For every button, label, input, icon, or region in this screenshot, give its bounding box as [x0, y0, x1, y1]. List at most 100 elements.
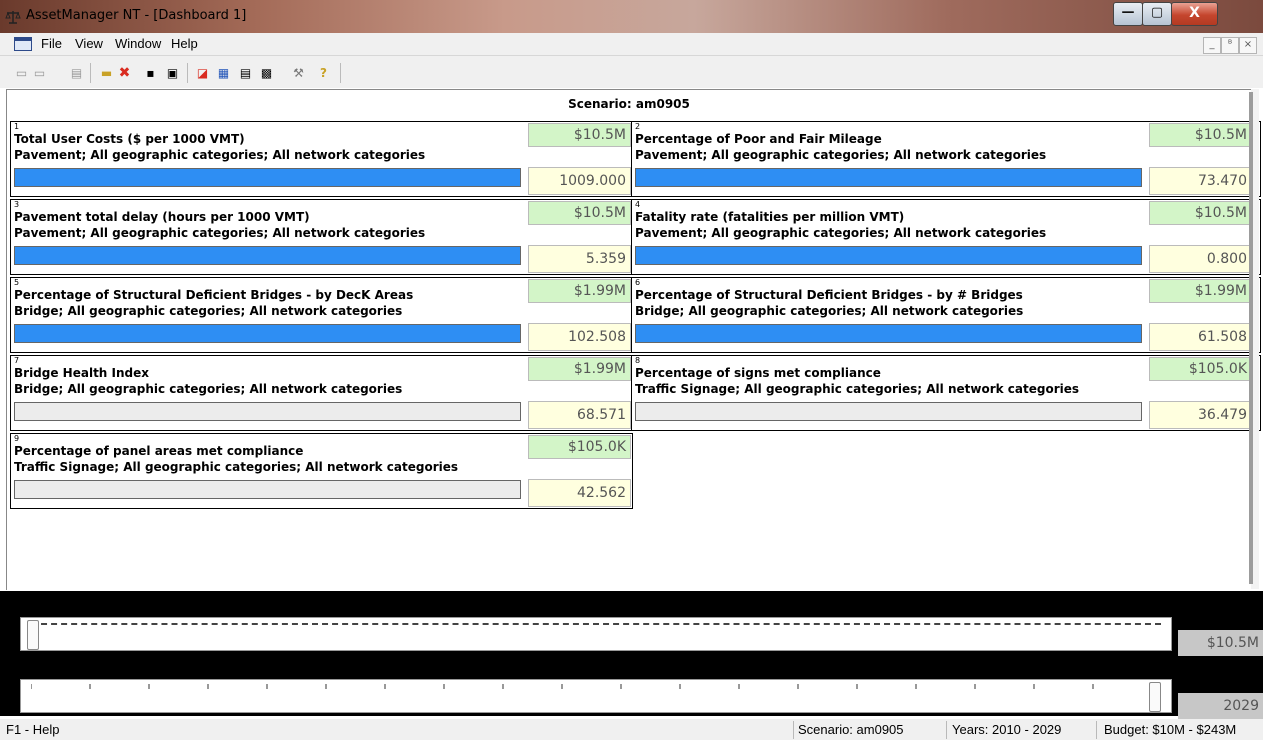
status-bar: F1 - Help Scenario: am0905 Years: 2010 -… — [0, 719, 1263, 740]
print-icon[interactable]: ▣ — [164, 65, 181, 80]
measure-panel-8[interactable]: 8 Percentage of signs met compliance Tra… — [631, 355, 1261, 431]
panel-number: 1 — [14, 122, 20, 131]
year-slider-value: 2029 — [1178, 693, 1263, 719]
measure-bar — [14, 480, 521, 499]
save-icon[interactable]: ▪ — [142, 65, 159, 80]
panel-number: 9 — [14, 434, 20, 443]
budget-slider[interactable] — [20, 617, 1172, 651]
panel-number: 2 — [635, 122, 641, 131]
panel-number: 7 — [14, 356, 20, 365]
panel-subtitle: Traffic Signage; All geographic categori… — [635, 382, 1080, 396]
budget-value: $1.99M — [528, 279, 631, 303]
measure-panel-4[interactable]: 4 Fatality rate (fatalities per million … — [631, 199, 1261, 275]
status-help: F1 - Help — [6, 722, 60, 737]
measure-value: 102.508 — [528, 323, 631, 351]
measure-bar — [635, 168, 1142, 187]
measure-bar — [14, 324, 521, 343]
toolbar: ▭ ▭ ▤ ▬ ✖ ▪ ▣ ◪ ▦ ▤ ▩ ⚒ ? — [0, 56, 1263, 88]
panel-subtitle: Pavement; All geographic categories; All… — [14, 226, 426, 240]
panel-title: Bridge Health Index — [14, 366, 149, 380]
measure-bar — [14, 168, 521, 187]
budget-value: $10.5M — [528, 201, 631, 225]
year-slider-thumb[interactable] — [1149, 682, 1161, 712]
import-icon[interactable]: ▭ — [13, 65, 30, 80]
table-icon[interactable]: ▤ — [237, 65, 254, 80]
panel-number: 4 — [635, 200, 641, 209]
close-button[interactable]: X — [1171, 2, 1218, 26]
panel-title: Percentage of Poor and Fair Mileage — [635, 132, 882, 146]
measure-bar — [14, 246, 521, 265]
measure-value: 73.470 — [1149, 167, 1252, 195]
measure-bar — [14, 402, 521, 421]
measure-value: 61.508 — [1149, 323, 1252, 351]
panel-title: Percentage of Structural Deficient Bridg… — [14, 288, 414, 302]
menu-view[interactable]: View — [75, 36, 103, 51]
measure-bar — [635, 402, 1142, 421]
measure-value: 0.800 — [1149, 245, 1252, 273]
map-icon[interactable]: ▦ — [215, 65, 232, 80]
panel-subtitle: Pavement; All geographic categories; All… — [635, 226, 1047, 240]
panel-subtitle: Pavement; All geographic categories; All… — [14, 148, 426, 162]
toolbar-separator — [187, 63, 188, 83]
budget-slider-value: $10.5M — [1178, 630, 1263, 656]
document-window-icon[interactable] — [14, 37, 32, 51]
budget-slider-thumb[interactable] — [27, 620, 39, 650]
menu-file[interactable]: File — [41, 36, 62, 51]
panel-number: 5 — [14, 278, 20, 287]
measure-panel-3[interactable]: 3 Pavement total delay (hours per 1000 V… — [10, 199, 633, 275]
grid-icon[interactable]: ▩ — [258, 65, 275, 80]
panel-number: 8 — [635, 356, 641, 365]
chart-icon[interactable]: ▤ — [68, 65, 85, 80]
measure-bar — [635, 246, 1142, 265]
help-icon[interactable]: ? — [315, 65, 332, 80]
panel-subtitle: Pavement; All geographic categories; All… — [635, 148, 1047, 162]
tools-icon[interactable]: ⚒ — [290, 65, 307, 80]
toolbar-separator — [90, 63, 91, 83]
dashboard-content: Scenario: am0905 1 Total User Costs ($ p… — [6, 89, 1261, 590]
status-separator — [946, 721, 947, 739]
slider-ticks — [31, 684, 1153, 689]
measure-value: 68.571 — [528, 401, 631, 429]
measure-panel-6[interactable]: 6 Percentage of Structural Deficient Bri… — [631, 277, 1261, 353]
budget-value: $105.0K — [1149, 357, 1252, 381]
panel-title: Percentage of Structural Deficient Bridg… — [635, 288, 1023, 302]
window-title: AssetManager NT - [Dashboard 1] — [26, 8, 247, 23]
status-separator — [1096, 721, 1097, 739]
measure-value: 36.479 — [1149, 401, 1252, 429]
status-budget: Budget: $10M - $243M — [1104, 722, 1237, 737]
panel-subtitle: Bridge; All geographic categories; All n… — [14, 304, 403, 318]
scrollbar-thumb[interactable] — [1249, 92, 1253, 584]
panel-title: Total User Costs ($ per 1000 VMT) — [14, 132, 245, 146]
title-bar[interactable]: AssetManager NT - [Dashboard 1] — ▢ X — [0, 0, 1263, 33]
status-separator — [793, 721, 794, 739]
measure-value: 1009.000 — [528, 167, 631, 195]
close-icon: X — [1189, 5, 1200, 21]
maximize-button[interactable]: ▢ — [1142, 2, 1172, 26]
menu-window[interactable]: Window — [115, 36, 161, 51]
measure-panel-9[interactable]: 9 Percentage of panel areas met complian… — [10, 433, 633, 509]
budget-value: $1.99M — [528, 357, 631, 381]
measure-panel-5[interactable]: 5 Percentage of Structural Deficient Bri… — [10, 277, 633, 353]
mdi-close-button[interactable]: × — [1239, 37, 1257, 54]
report-icon[interactable]: ◪ — [194, 65, 211, 80]
measure-bar — [635, 324, 1142, 343]
measure-panel-1[interactable]: 1 Total User Costs ($ per 1000 VMT) Pave… — [10, 121, 633, 197]
open-folder-icon[interactable]: ▬ — [98, 65, 115, 80]
year-slider[interactable] — [20, 679, 1172, 713]
toolbar-separator — [340, 63, 341, 83]
menu-help[interactable]: Help — [171, 36, 198, 51]
export-icon[interactable]: ▭ — [31, 65, 48, 80]
mdi-restore-button[interactable]: ᴮ — [1221, 37, 1239, 54]
minimize-button[interactable]: — — [1113, 2, 1143, 26]
mdi-minimize-button[interactable]: _ — [1203, 37, 1221, 54]
panel-title: Fatality rate (fatalities per million VM… — [635, 210, 905, 224]
panel-number: 3 — [14, 200, 20, 209]
scales-app-icon — [5, 11, 21, 24]
budget-value: $10.5M — [528, 123, 631, 147]
measure-panel-7[interactable]: 7 Bridge Health Index Bridge; All geogra… — [10, 355, 633, 431]
measure-panel-2[interactable]: 2 Percentage of Poor and Fair Mileage Pa… — [631, 121, 1261, 197]
scenario-header: Scenario: am0905 — [568, 97, 690, 111]
delete-icon[interactable]: ✖ — [116, 65, 133, 80]
measure-value: 5.359 — [528, 245, 631, 273]
menu-bar: File View Window Help _ ᴮ × — [0, 33, 1263, 56]
